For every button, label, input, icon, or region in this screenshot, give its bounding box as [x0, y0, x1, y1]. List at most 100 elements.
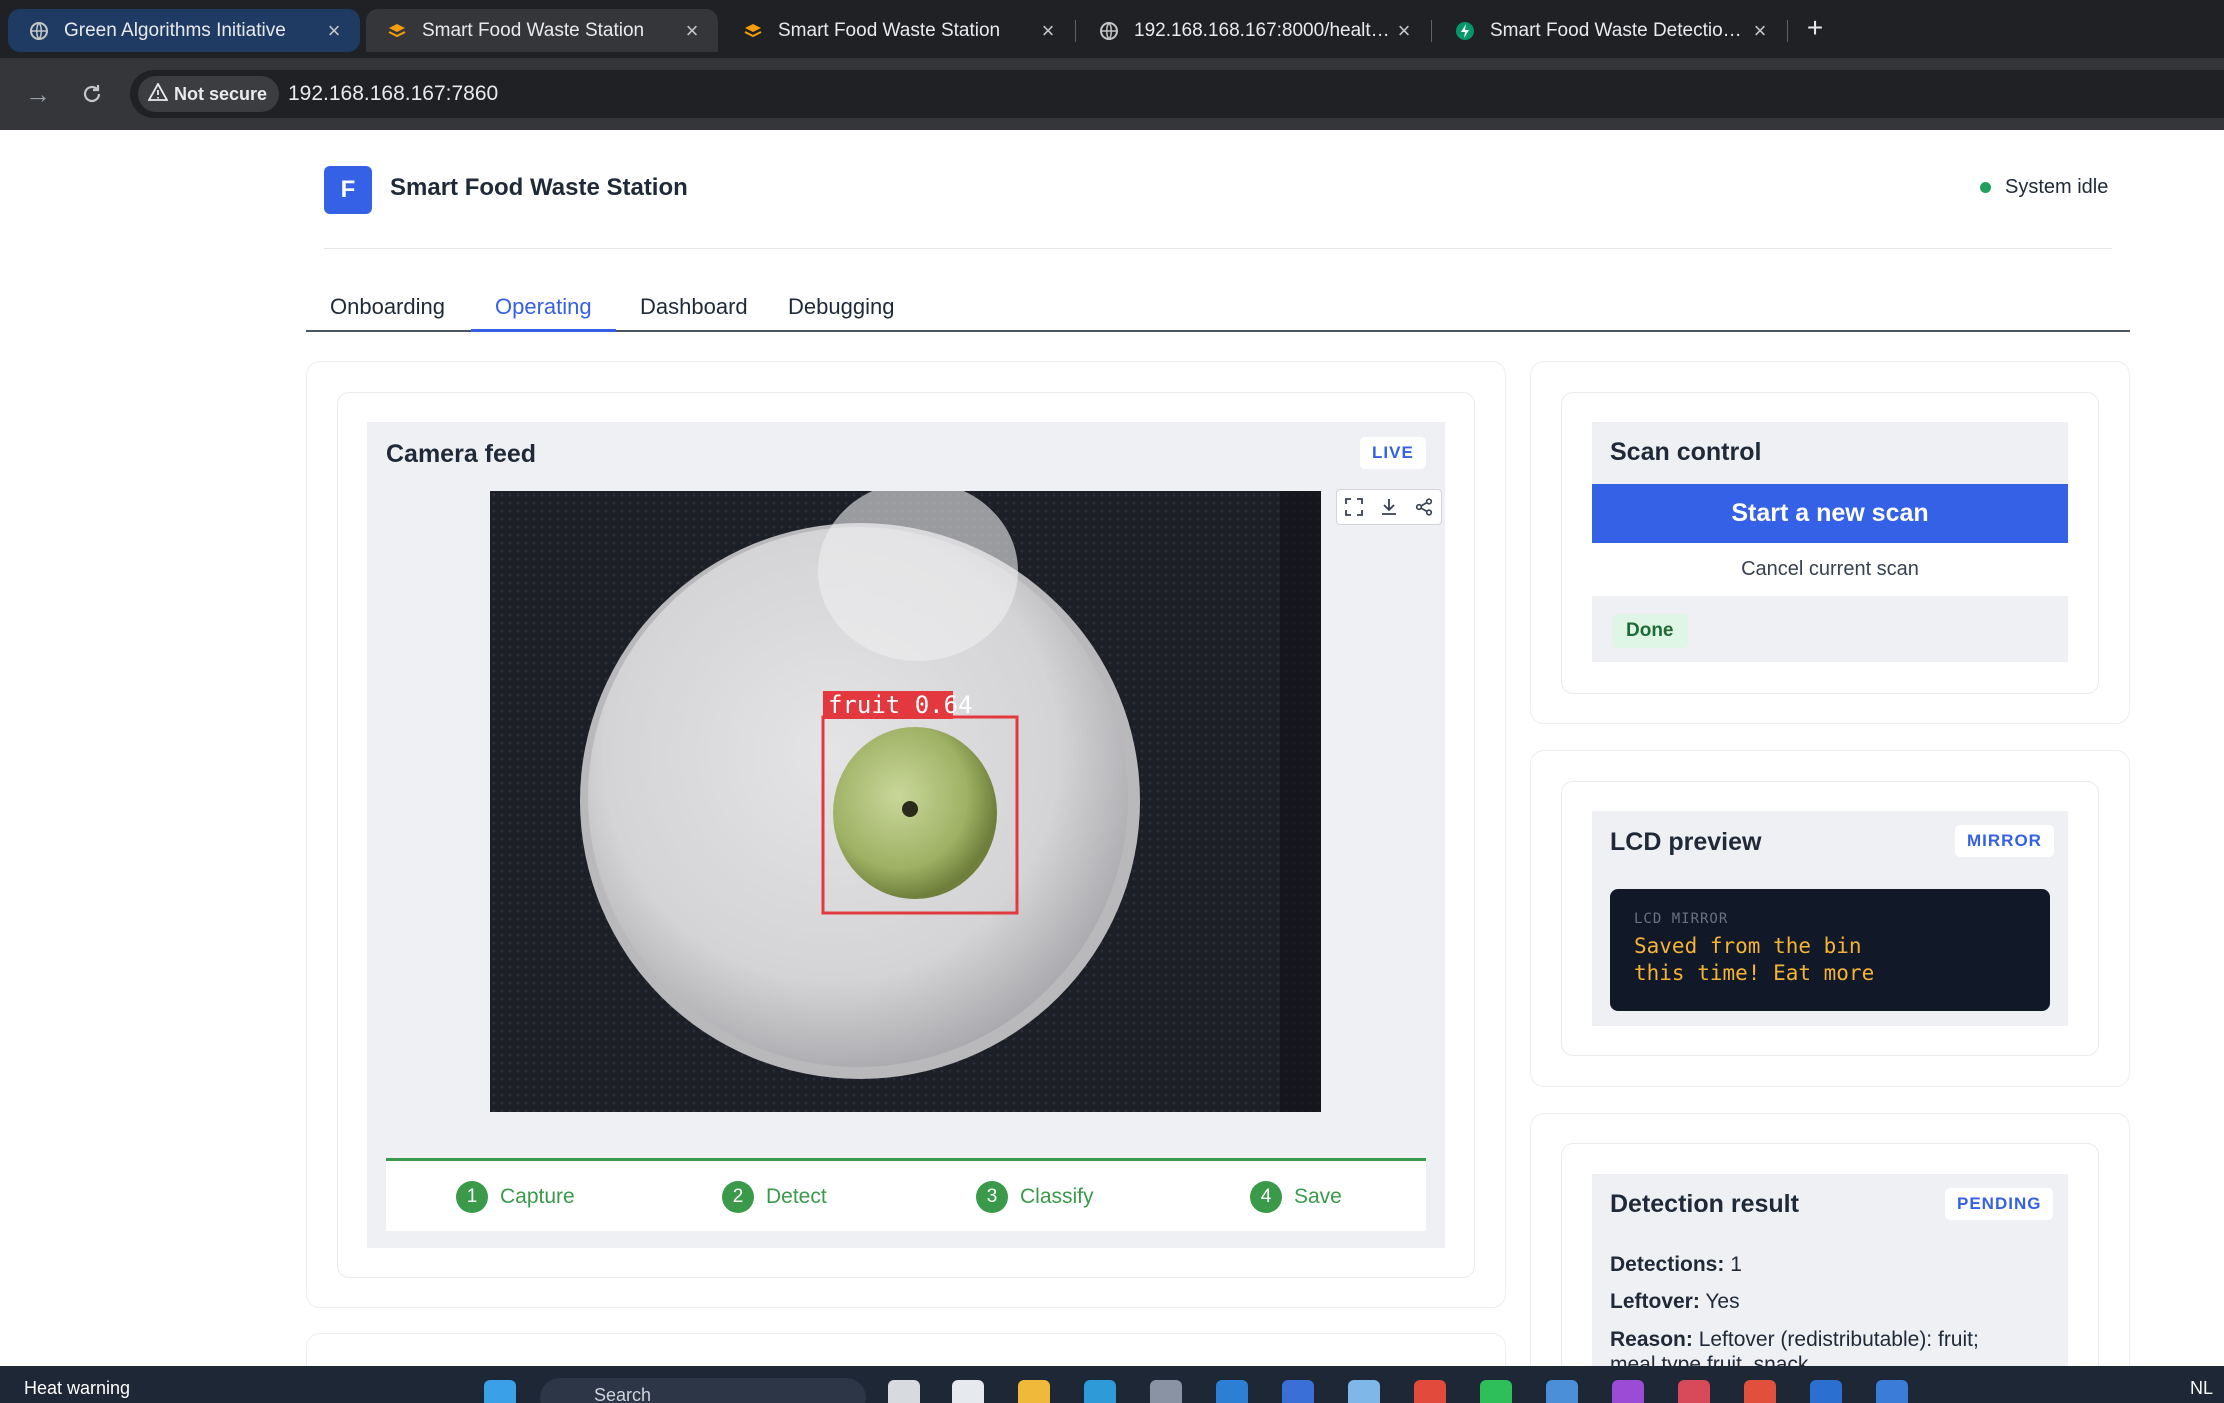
header-divider	[324, 248, 2112, 249]
browser-tab-title: Smart Food Waste Detection AP	[1490, 19, 1748, 41]
os-taskbar: Heat warning Search NL	[0, 1366, 2224, 1403]
start-scan-button[interactable]: Start a new scan	[1592, 484, 2068, 543]
main-tabs: Onboarding Operating Dashboard Debugging	[306, 290, 2130, 332]
browser-tab-strip: Green Algorithms Initiative × Smart Food…	[0, 0, 2224, 58]
app-title: Smart Food Waste Station	[390, 174, 688, 201]
reason-value: Leftover (redistributable): fruit;	[1698, 1328, 1979, 1351]
cancel-scan-button[interactable]: Cancel current scan	[1592, 558, 2068, 581]
step-label: Classify	[1020, 1185, 1094, 1208]
tab-separator	[1075, 20, 1076, 42]
close-icon[interactable]: ×	[1392, 18, 1416, 43]
system-tray-text: NL	[2190, 1378, 2214, 1398]
file-explorer-icon[interactable]	[1018, 1380, 1050, 1403]
security-chip[interactable]: Not secure	[138, 76, 280, 112]
step-number: 4	[1250, 1181, 1282, 1213]
scan-status-badge: Done	[1612, 614, 1688, 648]
leftover-value: Yes	[1705, 1290, 1740, 1313]
browser-tab-4[interactable]: 192.168.168.167:8000/health â€ ×	[1078, 9, 1430, 52]
app-icon[interactable]	[1810, 1380, 1842, 1403]
step-capture: 1 Capture	[456, 1181, 575, 1213]
step-number: 3	[976, 1181, 1008, 1213]
tab-separator	[1787, 20, 1788, 42]
app-icon[interactable]	[1744, 1380, 1776, 1403]
browser-toolbar: → Not secure 192.168.168.167:7860	[0, 58, 2224, 130]
browser-tab-title: Smart Food Waste Station	[778, 19, 1001, 41]
tab-operating[interactable]: Operating	[471, 290, 616, 332]
close-icon[interactable]: ×	[1748, 18, 1772, 43]
app-icon[interactable]	[1348, 1380, 1380, 1403]
camera-scene: fruit 0.64	[490, 491, 1321, 1112]
browser-tab-5[interactable]: Smart Food Waste Detection AP ×	[1434, 9, 1786, 52]
fastapi-icon	[1454, 20, 1476, 42]
app-icon[interactable]	[1150, 1380, 1182, 1403]
image-toolbar	[1336, 489, 1442, 525]
lcd-screen: LCD MIRROR Saved from the bin this time!…	[1610, 889, 2050, 1011]
browser-tab-title: Smart Food Waste Station	[422, 19, 645, 41]
fullscreen-icon[interactable]	[1341, 494, 1367, 520]
tab-dashboard[interactable]: Dashboard	[616, 290, 772, 332]
reload-icon[interactable]	[74, 76, 110, 112]
detections-value: 1	[1730, 1253, 1742, 1276]
start-windows-icon[interactable]	[484, 1380, 516, 1403]
chrome-icon[interactable]	[1414, 1380, 1446, 1403]
url-text[interactable]: 192.168.168.167:7860	[288, 82, 498, 106]
store-icon[interactable]	[952, 1380, 984, 1403]
browser-tab-2[interactable]: Smart Food Waste Station ×	[366, 9, 718, 52]
system-status: System idle	[1980, 176, 2108, 199]
step-label: Detect	[766, 1185, 827, 1208]
globe-icon	[28, 20, 50, 42]
app-icon[interactable]	[1282, 1380, 1314, 1403]
step-save: 4 Save	[1250, 1181, 1342, 1213]
app-icon[interactable]	[1546, 1380, 1578, 1403]
mirror-badge: MIRROR	[1955, 825, 2054, 857]
step-number: 1	[456, 1181, 488, 1213]
close-icon[interactable]: ×	[680, 18, 704, 43]
gmail-icon[interactable]	[1678, 1380, 1710, 1403]
stack-icon	[386, 20, 408, 42]
globe-icon	[1098, 20, 1120, 42]
app-icon[interactable]	[1876, 1380, 1908, 1403]
step-detect: 2 Detect	[722, 1181, 827, 1213]
new-tab-button[interactable]: +	[1800, 13, 1830, 43]
tab-onboarding[interactable]: Onboarding	[306, 290, 469, 332]
share-icon[interactable]	[1411, 494, 1437, 520]
status-dot-icon	[1980, 182, 1991, 193]
tab-debugging[interactable]: Debugging	[764, 290, 918, 332]
leftover-label: Leftover:	[1610, 1290, 1700, 1313]
weather-text: Heat warning	[24, 1378, 131, 1398]
detections-label: Detections:	[1610, 1253, 1725, 1276]
taskbar-search-placeholder: Search	[594, 1385, 652, 1403]
leftover-row: Leftover: Yes	[1610, 1290, 1740, 1314]
address-bar[interactable]: Not secure 192.168.168.167:7860	[130, 70, 2224, 118]
security-label: Not secure	[174, 83, 268, 104]
weather-widget[interactable]: Heat warning	[24, 1378, 130, 1399]
whatsapp-icon[interactable]	[1480, 1380, 1512, 1403]
browser-tab-1[interactable]: Green Algorithms Initiative ×	[8, 9, 360, 52]
lcd-screen-label: LCD MIRROR	[1634, 911, 1729, 927]
step-label: Capture	[500, 1185, 575, 1208]
download-icon[interactable]	[1376, 494, 1402, 520]
browser-tab-3[interactable]: Smart Food Waste Station ×	[722, 9, 1074, 52]
reason-label: Reason:	[1610, 1328, 1693, 1351]
close-icon[interactable]: ×	[1036, 18, 1060, 43]
detection-title: Detection result	[1610, 1190, 1799, 1218]
edge-icon[interactable]	[1084, 1380, 1116, 1403]
warning-icon	[147, 81, 169, 106]
app-icon[interactable]	[1612, 1380, 1644, 1403]
step-classify: 3 Classify	[976, 1181, 1094, 1213]
stack-icon	[742, 20, 764, 42]
task-view-icon[interactable]	[888, 1380, 920, 1403]
app-logo: F	[324, 166, 372, 214]
step-number: 2	[722, 1181, 754, 1213]
status-text: System idle	[2005, 176, 2109, 198]
close-icon[interactable]: ×	[322, 18, 346, 43]
reason-value-continued: meal type fruit_snack	[1610, 1353, 1809, 1366]
browser-tab-title: Green Algorithms Initiative	[64, 19, 286, 41]
taskbar-search[interactable]: Search	[540, 1378, 866, 1403]
lcd-line-1: Saved from the bin	[1634, 934, 1862, 958]
vscode-icon[interactable]	[1216, 1380, 1248, 1403]
forward-arrow-icon[interactable]: →	[20, 76, 56, 112]
reason-row: Reason: Leftover (redistributable): frui…	[1610, 1327, 2050, 1366]
tab-separator	[1431, 20, 1432, 42]
scan-control-title: Scan control	[1610, 438, 1762, 466]
